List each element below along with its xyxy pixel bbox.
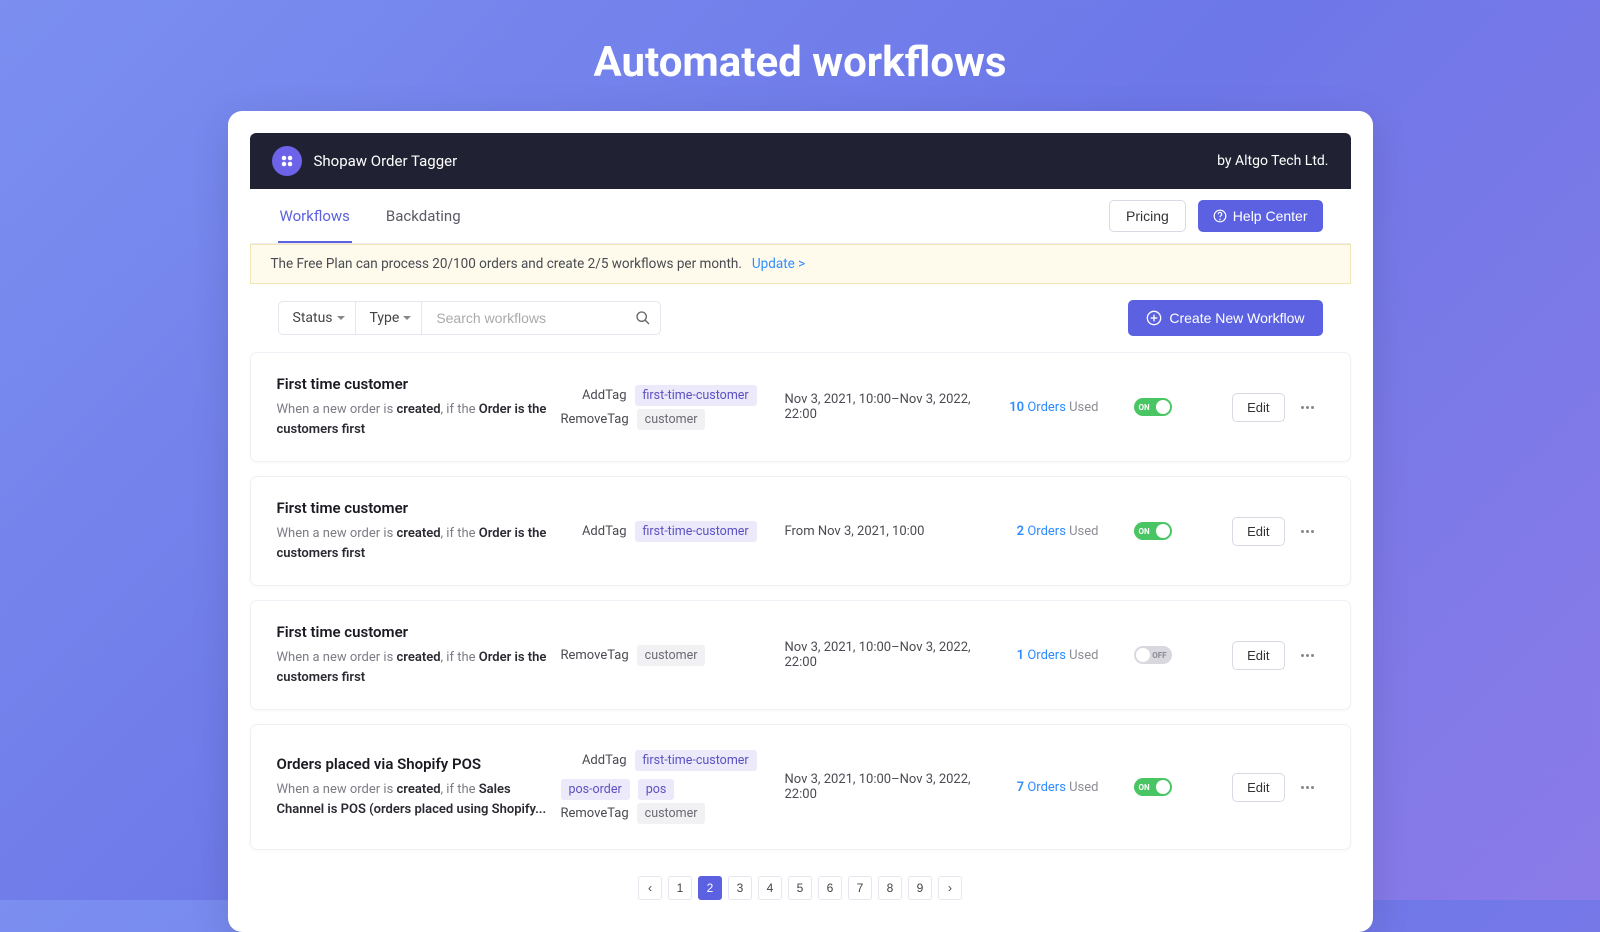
- workflow-row: First time customer When a new order is …: [250, 352, 1351, 462]
- add-tag-label: AddTag: [561, 524, 627, 539]
- workflow-row: First time customer When a new order is …: [250, 600, 1351, 710]
- page-next[interactable]: ›: [938, 876, 962, 900]
- edit-button[interactable]: Edit: [1232, 773, 1284, 802]
- page-number[interactable]: 1: [668, 876, 692, 900]
- more-icon[interactable]: [1299, 522, 1317, 540]
- tag-pill: first-time-customer: [635, 750, 757, 771]
- workflow-title: First time customer: [277, 623, 547, 641]
- create-workflow-label: Create New Workflow: [1169, 310, 1304, 326]
- workflow-description: When a new order is created, if the Orde…: [277, 524, 547, 563]
- tag-pill: first-time-customer: [635, 521, 757, 542]
- plan-notice: The Free Plan can process 20/100 orders …: [250, 244, 1351, 284]
- edit-button[interactable]: Edit: [1232, 641, 1284, 670]
- page-number[interactable]: 4: [758, 876, 782, 900]
- workflow-row: First time customer When a new order is …: [250, 476, 1351, 586]
- update-link[interactable]: Update >: [752, 256, 805, 272]
- page-number[interactable]: 6: [818, 876, 842, 900]
- status-toggle[interactable]: ON: [1134, 522, 1172, 540]
- search-input[interactable]: [421, 301, 661, 335]
- notice-text: The Free Plan can process 20/100 orders …: [271, 256, 742, 272]
- more-icon[interactable]: [1299, 398, 1317, 416]
- tag-pill: pos: [638, 779, 675, 800]
- usage-count: 1 Orders Used: [999, 648, 1099, 663]
- vendor-label: by Altgo Tech Ltd.: [1217, 153, 1328, 169]
- workflow-description: When a new order is created, if the Orde…: [277, 400, 547, 439]
- add-tag-label: AddTag: [561, 388, 627, 403]
- date-range: Nov 3, 2021, 10:00–Nov 3, 2022, 22:00: [785, 392, 985, 422]
- page-number[interactable]: 3: [728, 876, 752, 900]
- page-number[interactable]: 5: [788, 876, 812, 900]
- date-range: Nov 3, 2021, 10:00–Nov 3, 2022, 22:00: [785, 772, 985, 802]
- tab-bar: Workflows Backdating Pricing Help Center: [250, 189, 1351, 244]
- workflow-row: Orders placed via Shopify POS When a new…: [250, 724, 1351, 850]
- tab-workflows[interactable]: Workflows: [278, 189, 352, 243]
- page-title: Automated workflows: [0, 0, 1600, 111]
- tag-pill: customer: [637, 803, 706, 824]
- toolbar: Status Type Create New Workflow: [250, 284, 1351, 352]
- edit-button[interactable]: Edit: [1232, 393, 1284, 422]
- create-workflow-button[interactable]: Create New Workflow: [1128, 300, 1322, 336]
- page-number[interactable]: 2: [698, 876, 722, 900]
- tab-backdating[interactable]: Backdating: [384, 189, 463, 243]
- add-tag-label: AddTag: [561, 753, 627, 768]
- type-filter[interactable]: Type: [355, 301, 422, 335]
- workflow-title: First time customer: [277, 375, 547, 393]
- date-range: Nov 3, 2021, 10:00–Nov 3, 2022, 22:00: [785, 640, 985, 670]
- page-number[interactable]: 7: [848, 876, 872, 900]
- more-icon[interactable]: [1299, 646, 1317, 664]
- status-toggle[interactable]: OFF: [1134, 646, 1172, 664]
- status-toggle[interactable]: ON: [1134, 778, 1172, 796]
- help-icon: [1213, 209, 1227, 223]
- app-logo-icon: [272, 146, 302, 176]
- usage-count: 7 Orders Used: [999, 780, 1099, 795]
- date-range: From Nov 3, 2021, 10:00: [785, 524, 985, 539]
- workflow-list: First time customer When a new order is …: [250, 352, 1351, 850]
- tag-pill: customer: [637, 409, 706, 430]
- tag-pill: first-time-customer: [635, 385, 757, 406]
- more-icon[interactable]: [1299, 778, 1317, 796]
- tag-pill: customer: [637, 645, 706, 666]
- workflow-description: When a new order is created, if the Sale…: [277, 780, 547, 819]
- app-card: Shopaw Order Tagger by Altgo Tech Ltd. W…: [228, 111, 1373, 932]
- workflow-title: Orders placed via Shopify POS: [277, 755, 547, 773]
- help-center-label: Help Center: [1233, 208, 1308, 224]
- status-toggle[interactable]: ON: [1134, 398, 1172, 416]
- workflow-description: When a new order is created, if the Orde…: [277, 648, 547, 687]
- workflow-title: First time customer: [277, 499, 547, 517]
- edit-button[interactable]: Edit: [1232, 517, 1284, 546]
- usage-count: 2 Orders Used: [999, 524, 1099, 539]
- status-filter[interactable]: Status: [278, 301, 355, 335]
- help-center-button[interactable]: Help Center: [1198, 200, 1323, 232]
- remove-tag-label: RemoveTag: [561, 806, 629, 821]
- page-prev[interactable]: ‹: [638, 876, 662, 900]
- app-name: Shopaw Order Tagger: [314, 152, 458, 170]
- page-number[interactable]: 9: [908, 876, 932, 900]
- usage-count: 10 Orders Used: [999, 400, 1099, 415]
- pricing-button[interactable]: Pricing: [1109, 200, 1186, 232]
- remove-tag-label: RemoveTag: [561, 412, 629, 427]
- pagination: ‹123456789›: [228, 850, 1373, 932]
- remove-tag-label: RemoveTag: [561, 648, 629, 663]
- page-number[interactable]: 8: [878, 876, 902, 900]
- tag-pill: pos-order: [561, 779, 630, 800]
- app-header: Shopaw Order Tagger by Altgo Tech Ltd.: [250, 133, 1351, 189]
- plus-circle-icon: [1146, 310, 1162, 326]
